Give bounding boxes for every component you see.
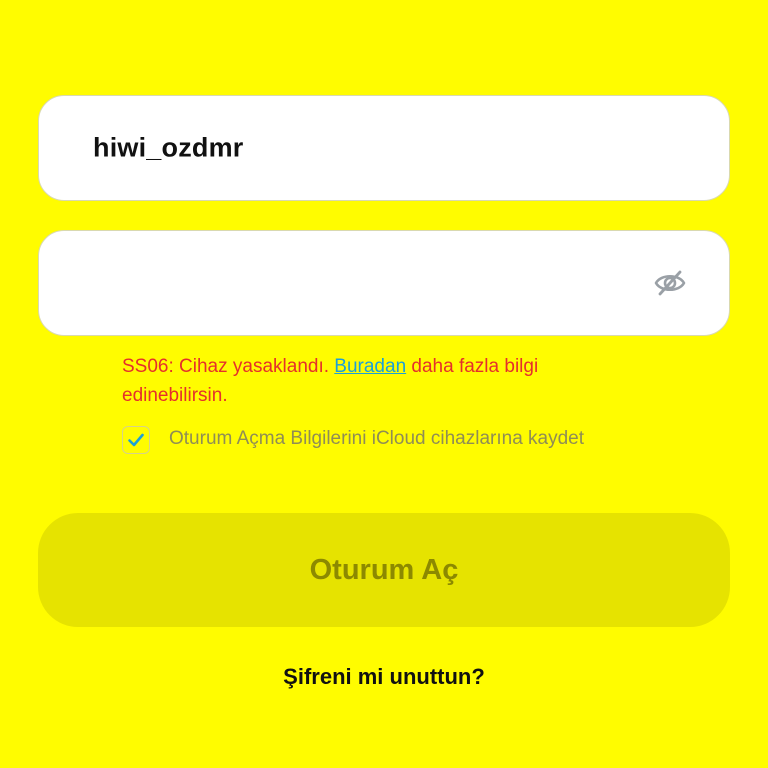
username-field[interactable]: hiwi_ozdmr — [38, 95, 730, 201]
error-text: SS06: Cihaz yasaklandı. — [122, 356, 335, 377]
checkmark-icon — [128, 433, 144, 447]
error-message: SS06: Cihaz yasaklandı. Buradan daha faz… — [122, 352, 642, 410]
login-button[interactable]: Oturum Aç — [38, 513, 730, 627]
save-credentials-label[interactable]: Oturum Açma Bilgilerini iCloud cihazları… — [169, 424, 629, 453]
eye-slash-icon[interactable] — [653, 268, 687, 298]
save-credentials-checkbox[interactable] — [122, 426, 150, 454]
password-field[interactable] — [38, 230, 730, 336]
more-info-link[interactable]: Buradan — [334, 356, 406, 377]
username-value: hiwi_ozdmr — [93, 132, 244, 163]
forgot-password-link[interactable]: Şifreni mi unuttun? — [0, 664, 768, 690]
